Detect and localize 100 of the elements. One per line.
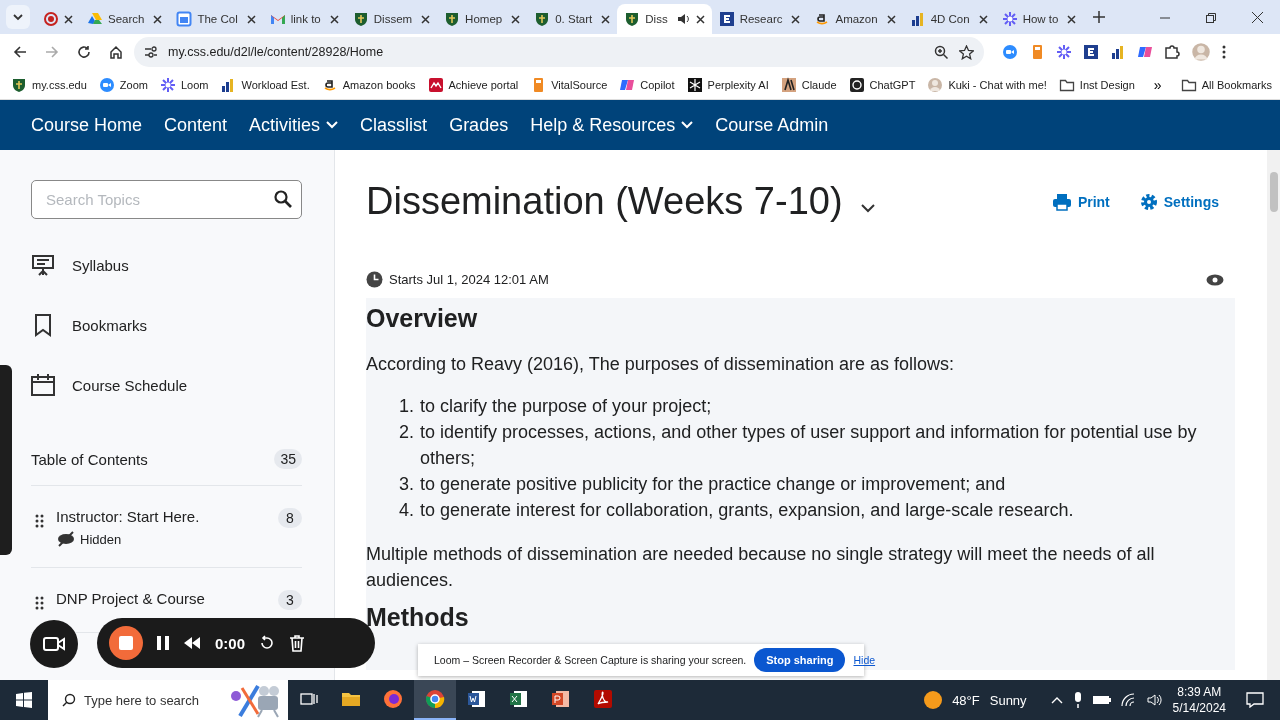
firefox-icon xyxy=(382,688,404,710)
close-icon[interactable] xyxy=(978,14,988,24)
search-icon[interactable] xyxy=(274,190,292,208)
bookmark-link[interactable]: Achieve portal xyxy=(422,73,524,96)
close-icon[interactable] xyxy=(153,14,163,24)
print-button[interactable]: Print xyxy=(1051,192,1110,211)
extension-icon[interactable] xyxy=(1110,44,1126,60)
browser-tab[interactable]: Researc xyxy=(711,4,808,34)
start-date: Starts Jul 1, 2024 12:01 AM xyxy=(389,272,549,287)
chrome-icon xyxy=(424,688,446,710)
search-field[interactable]: Search Topics xyxy=(31,180,302,219)
browser-tab[interactable]: 0. Start xyxy=(527,4,618,34)
close-icon[interactable] xyxy=(64,14,73,24)
dropdown-caret-icon[interactable] xyxy=(860,204,875,213)
extensions-puzzle-icon[interactable] xyxy=(1164,44,1180,60)
microphone-icon[interactable] xyxy=(1072,692,1083,708)
bookmark-link[interactable]: Kuki - Chat with me! xyxy=(922,73,1052,96)
close-icon[interactable] xyxy=(791,14,801,24)
stop-recording-button[interactable] xyxy=(109,626,143,660)
bookmark-link[interactable]: Perplexity AI xyxy=(681,73,774,96)
list-item-text: to generate positive publicity for the practice change or improvement; and xyxy=(420,473,1006,496)
bookmark-link[interactable]: Copilot xyxy=(614,73,680,96)
body-paragraph: Multiple methods of dissemination are needed because no single strategy will meet the needs of all audiences. xyxy=(366,543,1156,592)
close-icon[interactable] xyxy=(246,14,256,24)
bookmark-link[interactable]: my.css.edu xyxy=(6,73,92,96)
course-nav-link[interactable]: Activities xyxy=(249,114,339,136)
sidebar-link[interactable]: Syllabus xyxy=(31,253,302,277)
bookmark-link[interactable]: Workload Est. xyxy=(215,73,315,96)
course-nav-link[interactable]: Grades xyxy=(449,114,509,136)
close-icon[interactable] xyxy=(886,14,896,24)
bookmark-link[interactable]: Inst Design xyxy=(1053,73,1140,96)
menu-icon[interactable] xyxy=(1222,44,1226,60)
close-icon[interactable] xyxy=(601,14,611,24)
more-bookmarks-button[interactable]: » xyxy=(1141,76,1174,93)
extension-icon[interactable] xyxy=(1137,44,1153,60)
shield-favicon-icon xyxy=(624,11,641,27)
close-icon[interactable] xyxy=(1067,14,1077,24)
clock-time[interactable]: 8:39 AM xyxy=(1177,684,1222,700)
module-link[interactable]: DNP Project & Course xyxy=(56,590,266,607)
close-icon[interactable] xyxy=(511,14,521,24)
pause-button[interactable] xyxy=(157,636,169,650)
speaker-icon[interactable] xyxy=(1146,693,1163,707)
chrome-taskbar-icon[interactable] xyxy=(414,680,456,720)
back-arrow-icon xyxy=(13,45,27,59)
wifi-icon[interactable] xyxy=(1120,693,1137,707)
browser-tab[interactable]: How to xyxy=(994,4,1084,34)
bookmark-link[interactable]: Amazon books xyxy=(316,73,421,96)
extension-icon[interactable] xyxy=(1056,44,1072,60)
chevron-up-icon[interactable] xyxy=(1050,696,1063,704)
browser-tab[interactable]: Search xyxy=(80,4,170,34)
rewind-button[interactable] xyxy=(183,637,201,649)
tab-search-button[interactable] xyxy=(6,5,30,29)
loom-favicon-icon xyxy=(159,76,176,93)
browser-tab[interactable]: The Col xyxy=(169,4,263,34)
restart-button[interactable] xyxy=(259,635,276,651)
clock-date[interactable]: 5/14/2024 xyxy=(1172,700,1226,716)
sharing-message: Loom – Screen Recorder & Screen Capture is sharing your screen. xyxy=(434,654,747,666)
close-icon[interactable] xyxy=(695,14,705,24)
section-heading: Methods xyxy=(366,603,470,632)
extension-icon[interactable] xyxy=(1083,44,1099,60)
site-settings-icon[interactable] xyxy=(144,46,158,58)
scrollbar-thumb[interactable] xyxy=(1269,172,1278,212)
excel-icon xyxy=(508,688,530,710)
notifications-icon[interactable] xyxy=(1246,692,1264,708)
course-nav-link[interactable]: Content xyxy=(164,114,228,136)
bookmark-link[interactable]: VitalSource xyxy=(525,73,613,96)
shield-favicon-icon xyxy=(534,11,551,27)
course-nav-link[interactable]: Course Admin xyxy=(715,114,829,136)
drag-handle-icon[interactable] xyxy=(35,514,44,530)
bookmark-link[interactable]: ChatGPT xyxy=(843,73,921,96)
all-bookmarks-button[interactable]: All Bookmarks xyxy=(1175,73,1277,96)
browser-tab[interactable]: Amazon xyxy=(807,4,903,34)
bookmark-star-icon[interactable] xyxy=(959,44,974,60)
taskbar-search-field[interactable]: Type here to search xyxy=(48,680,288,720)
bookmark-link[interactable]: Zoom xyxy=(93,73,153,96)
browser-tab[interactable]: Homep xyxy=(437,4,528,34)
sidebar-link[interactable]: Bookmarks xyxy=(31,313,302,337)
zoom-icon[interactable] xyxy=(934,44,949,60)
browser-tab[interactable]: 4D Con xyxy=(902,4,995,34)
browser-tab[interactable]: link to xyxy=(262,4,346,34)
course-nav-link[interactable]: Course Home xyxy=(31,114,143,136)
address-bar[interactable]: my.css.edu/d2l/le/content/28928/Home xyxy=(134,37,984,67)
browser-tab[interactable]: Diss xyxy=(617,4,712,34)
bookmark-link[interactable]: Loom xyxy=(154,73,214,96)
course-nav-link[interactable]: Help & Resources xyxy=(530,114,694,136)
bookmark-link[interactable]: Claude xyxy=(775,73,842,96)
module-link[interactable]: Instructor: Start Here. xyxy=(56,508,266,525)
drag-handle-icon[interactable] xyxy=(35,596,44,612)
course-nav-link[interactable]: Classlist xyxy=(360,114,428,136)
shield-favicon-icon xyxy=(11,76,27,93)
eye-icon[interactable] xyxy=(1206,273,1224,286)
stop-sharing-button[interactable]: Stop sharing xyxy=(754,648,846,672)
sidebar-link[interactable]: Course Schedule xyxy=(31,373,302,397)
close-icon[interactable] xyxy=(421,14,431,24)
hide-link[interactable]: Hide xyxy=(853,654,876,666)
delete-button[interactable] xyxy=(289,634,306,652)
settings-button[interactable]: Settings xyxy=(1139,192,1219,211)
browser-tab[interactable]: Dissem xyxy=(345,4,438,34)
battery-icon[interactable] xyxy=(1092,695,1111,705)
close-icon[interactable] xyxy=(329,14,339,24)
